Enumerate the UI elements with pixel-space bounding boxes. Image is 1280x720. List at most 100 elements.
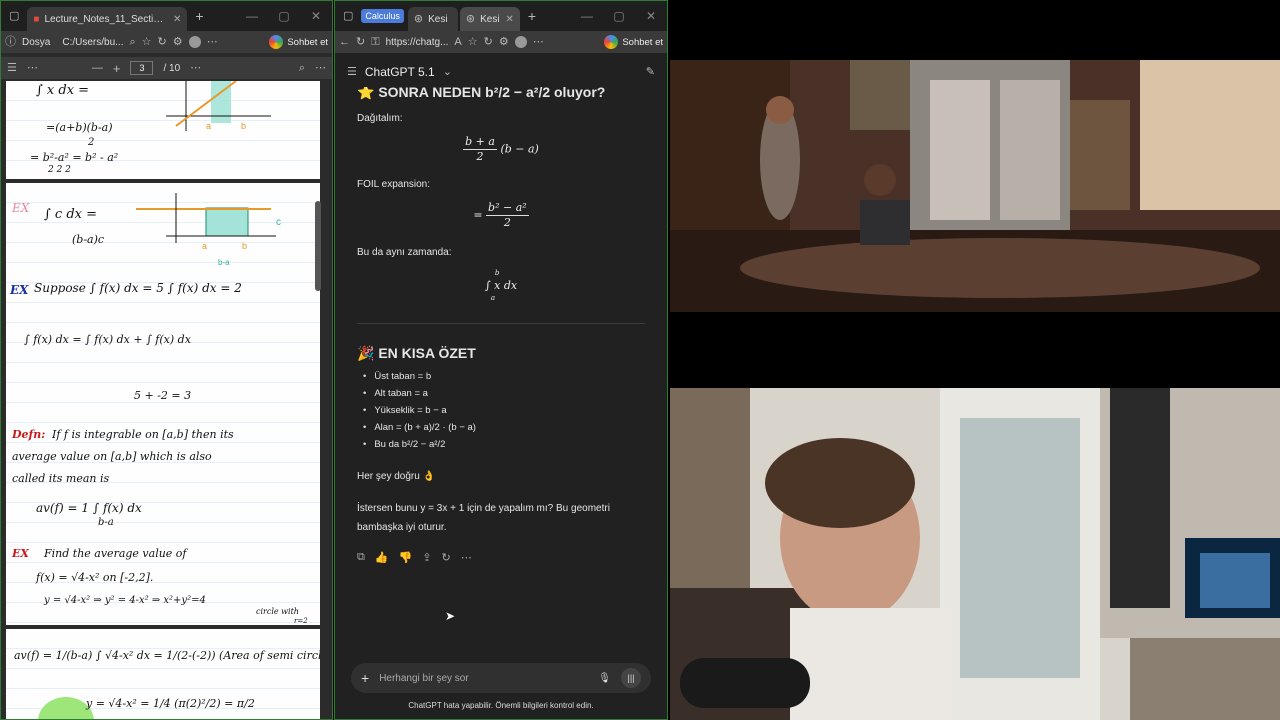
chat-tab-1[interactable]: ⊛ Kesi [407,7,458,31]
new-tab-icon[interactable]: + [528,9,536,23]
rectangle-graph: a b c b-a [136,193,281,267]
settings-more-icon[interactable]: ⋯ [315,62,326,74]
close-tab-icon[interactable]: ✕ [506,14,514,25]
pdf-address-bar: ⓘ Dosya C:/Users/bu... ⌕ ☆ ↻ ⚙ ⋯ Sohbet … [1,31,332,53]
model-selector[interactable]: ChatGPT 5.1 [365,65,435,79]
close-window-icon[interactable]: ✕ [300,9,332,23]
page-more-icon[interactable]: ⋯ [190,62,201,74]
copy-icon[interactable]: ⧉ [357,551,365,564]
note-line: f(x) = √4-x² on [-2,2]. [36,571,154,584]
message-text: Her şey doğru 👌 [357,471,436,482]
addr-path[interactable]: C:/Users/bu... [62,37,123,48]
prompt-placeholder[interactable]: Herhangi bir şey sor [379,673,468,684]
eq1-numerator: b + a [463,135,497,150]
zoom-out-icon[interactable]: — [92,62,103,74]
pdf-tab[interactable]: ■ Lecture_Notes_11_Section_2.pdf ✕ [27,7,188,31]
copilot-button[interactable]: Sohbet et [604,35,663,49]
pdf-scrollbar[interactable] [315,201,321,291]
voice-mode-icon[interactable]: ||| [621,668,641,688]
copilot-label: Sohbet et [622,36,663,48]
more-icon[interactable]: ⋯ [533,36,544,48]
message-text: Bu da aynı zamanda: [357,247,452,258]
mouse-cursor-icon: ➤ [445,609,456,623]
page-number-input[interactable]: 3 [130,61,154,75]
pdf-viewer-window: ▢ ■ Lecture_Notes_11_Section_2.pdf ✕ + —… [0,0,333,720]
favorite-icon[interactable]: ☆ [468,36,478,48]
page-total: / 10 [163,62,181,74]
note-line: 2 2 2 [48,165,71,175]
contents-icon[interactable]: ☰ [7,62,17,74]
eq2-denominator: 2 [503,216,511,229]
summary-item: Alt taban = a [363,388,645,399]
chat-tab-2[interactable]: ⊛ Kesi ✕ [459,7,520,31]
pdf-page-2: ∫ x dx = =(a+b)(b-a) 2 = b²-a² = b² - a²… [6,81,320,179]
chat-address-bar: ← ↻ ⚿ https://chatg... A ☆ ↻ ⚙ ⋯ Sohbet … [335,31,667,53]
refresh-icon[interactable]: ↻ [158,36,167,48]
divider [357,323,645,324]
tab-group-label[interactable]: Calculus [361,9,404,23]
note-line: r=2 [294,617,308,625]
equation-1: b + a2 (b − a) [357,135,645,164]
favorite-icon[interactable]: ☆ [142,36,152,48]
note-line: called its mean is [12,472,110,485]
info-icon[interactable]: ⓘ [5,36,16,48]
search-icon[interactable]: ⌕ [299,62,305,74]
thumbs-down-icon[interactable]: 👎 [399,551,413,564]
chatgpt-icon: ⊛ [413,12,424,25]
more-icon[interactable]: ⋯ [207,36,218,48]
pdf-page-4: av(f) = 1/(b-a) ∫ √4-x² dx = 1/(2-(-2)) … [6,629,320,719]
chatgpt-window: ▢ Calculus ⊛ Kesi ⊛ Kesi ✕ + — ▢ ✕ ← ↻ ⚿… [334,0,668,720]
eq3-integral: ∫ x dx [484,279,518,292]
chat-conversation[interactable]: ⭐ SONRA NEDEN b²/2 − a²/2 oluyor? Dağıta… [335,87,667,647]
back-icon[interactable]: ← [339,36,350,48]
zoom-in-icon[interactable]: + [113,62,121,75]
url-field[interactable]: https://chatg... [386,37,449,48]
toolbar-more-icon[interactable]: ⋯ [27,62,38,74]
copilot-button[interactable]: Sohbet et [269,35,328,49]
message-text: FOIL expansion: [357,179,431,190]
minimize-icon[interactable]: — [571,9,603,23]
maximize-icon[interactable]: ▢ [603,9,635,23]
chatgpt-icon: ⊛ [465,12,476,25]
thumbs-up-icon[interactable]: 👍 [375,551,389,564]
close-tab-icon[interactable]: ✕ [173,14,181,25]
pdf-document-area[interactable]: ∫ x dx = =(a+b)(b-a) 2 = b²-a² = b² - a²… [1,81,323,719]
note-line: circle with [256,607,299,616]
share-icon[interactable]: ⇪ [422,551,431,564]
webcam-scene [670,388,1280,720]
sidebar-toggle-icon[interactable]: ☰ [347,66,357,78]
profile-avatar[interactable] [188,36,201,48]
tab-actions-icon[interactable]: ▢ [9,10,19,22]
extensions-icon[interactable]: ⚙ [499,36,509,48]
microphone-icon[interactable]: 🎙 [598,673,611,684]
chevron-down-icon[interactable]: ⌄ [443,66,452,78]
site-info-icon[interactable]: ⚿ [371,36,379,48]
maximize-icon[interactable]: ▢ [268,9,300,23]
summary-item: Yükseklik = b − a [363,405,645,416]
eq2-numerator: b² − a² [486,201,529,216]
pdf-tab-title: Lecture_Notes_11_Section_2.pdf [44,13,168,25]
minimize-icon[interactable]: — [236,9,268,23]
summary-item: Üst taban = b [363,371,645,382]
pdf-page-3: EX ∫ c dx = (b-a)c a b c b-a EX Suppose ∫… [6,183,320,625]
svg-text:a: a [202,241,207,251]
extensions-icon[interactable]: ⚙ [173,36,183,48]
new-chat-icon[interactable]: ✎ [646,66,655,78]
tab-actions-icon[interactable]: ▢ [343,10,353,22]
read-aloud-icon[interactable]: A [454,36,461,48]
summary-heading: 🎉 EN KISA ÖZET [357,345,476,361]
zoom-icon[interactable]: ⌕ [130,36,136,48]
profile-avatar[interactable] [514,36,527,48]
refresh-icon[interactable]: ↻ [356,36,365,48]
close-window-icon[interactable]: ✕ [635,9,667,23]
example-label: EX [12,547,29,560]
pdf-tab-bar: ▢ ■ Lecture_Notes_11_Section_2.pdf ✕ + —… [1,1,332,31]
more-icon[interactable]: ⋯ [461,551,472,564]
regenerate-icon[interactable]: ↻ [441,551,450,564]
prompt-input[interactable]: + Herhangi bir şey sor 🎙 ||| [351,663,651,693]
eq1-rest: (b − a) [500,142,539,156]
new-tab-icon[interactable]: + [195,9,203,23]
add-attachment-icon[interactable]: + [361,670,369,686]
note-line: ∫ c dx = [44,207,97,222]
sync-icon[interactable]: ↻ [484,36,493,48]
